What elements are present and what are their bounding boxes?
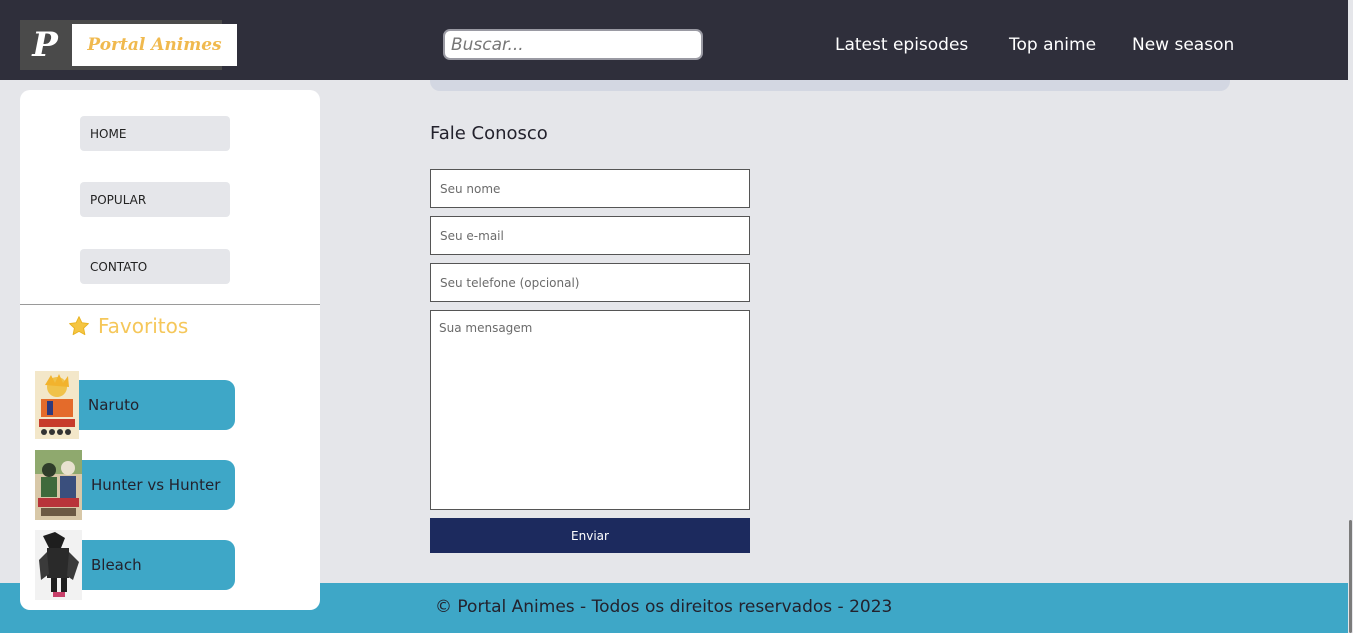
name-field[interactable] [430, 169, 750, 208]
sidebar-divider [20, 304, 320, 305]
favorite-label: Hunter vs Hunter [91, 476, 221, 494]
favorite-item-naruto[interactable]: Naruto [35, 371, 235, 439]
footer-copyright: © Portal Animes - Todos os direitos rese… [435, 597, 893, 617]
favorites-heading: Favoritos [68, 314, 188, 338]
favorites-title: Favoritos [98, 314, 189, 338]
logo-mark: P [32, 25, 58, 65]
banner-edge [430, 80, 1230, 91]
search-input[interactable] [443, 29, 703, 60]
bleach-cover-thumbnail [35, 530, 82, 600]
star-icon [69, 316, 89, 336]
nav-new-season[interactable]: New season [1132, 35, 1234, 55]
sidebar-item-popular[interactable]: POPULAR [80, 182, 230, 217]
nav-top-anime[interactable]: Top anime [1009, 35, 1096, 55]
send-button[interactable]: Enviar [430, 518, 750, 553]
sidebar-item-contato[interactable]: CONTATO [80, 249, 230, 284]
hunter-cover-thumbnail [35, 450, 82, 520]
favorite-label: Naruto [88, 396, 140, 414]
logo-text: Portal Animes [72, 24, 237, 66]
favorite-item-bleach[interactable]: Bleach [35, 530, 235, 600]
email-field[interactable] [430, 216, 750, 255]
phone-field[interactable] [430, 263, 750, 302]
favorite-label: Bleach [91, 556, 142, 574]
site-logo[interactable]: P Portal Animes [20, 20, 237, 70]
scrollbar-thumb[interactable] [1349, 520, 1352, 633]
favorite-item-hunter-vs-hunter[interactable]: Hunter vs Hunter [35, 450, 235, 520]
nav-latest-episodes[interactable]: Latest episodes [835, 35, 968, 55]
site-header: P Portal Animes Latest episodes Top anim… [0, 0, 1353, 80]
message-field[interactable] [430, 310, 750, 510]
page-scrollbar[interactable] [1348, 0, 1353, 633]
naruto-cover-thumbnail [35, 371, 79, 439]
sidebar-item-home[interactable]: HOME [80, 116, 230, 151]
sidebar: HOME POPULAR CONTATO Favoritos Naruto Hu… [20, 90, 320, 610]
contact-title: Fale Conosco [430, 123, 548, 144]
